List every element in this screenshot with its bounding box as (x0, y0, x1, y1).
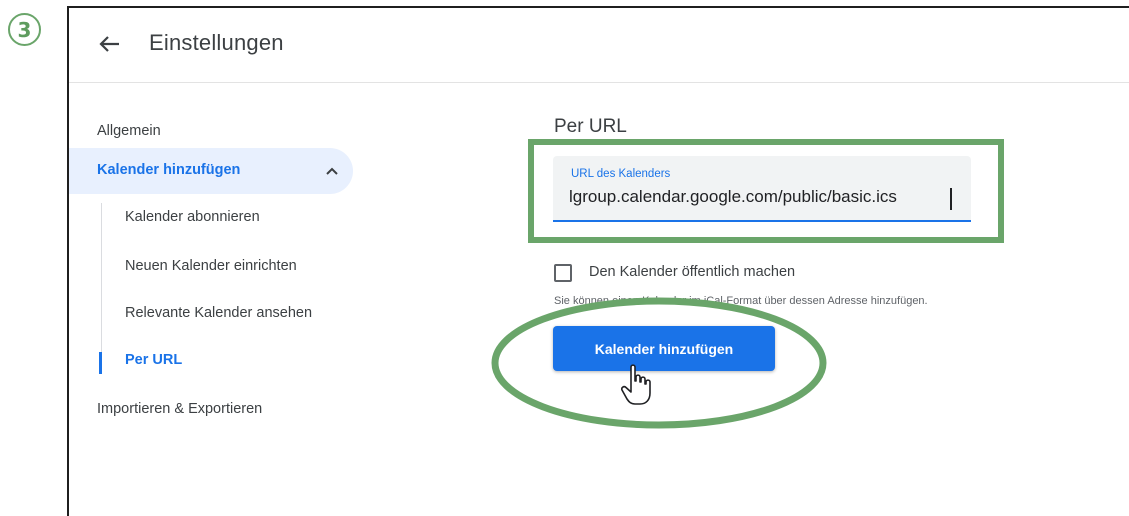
hand-cursor-icon (621, 364, 651, 405)
sidebar-item-create-calendar[interactable]: Neuen Kalender einrichten (125, 258, 297, 274)
settings-window: Einstellungen Allgemein Kalender hinzufü… (67, 6, 1129, 516)
section-title: Per URL (554, 116, 627, 137)
chevron-up-icon[interactable] (325, 166, 339, 176)
sidebar-subnav-rail (101, 203, 102, 373)
highlight-rectangle (528, 139, 1004, 243)
sidebar-item-browse-calendars[interactable]: Relevante Kalender ansehen (125, 305, 312, 321)
sidebar-item-import-export[interactable]: Importieren & Exportieren (97, 401, 262, 417)
public-calendar-checkbox[interactable] (554, 264, 572, 282)
sidebar-item-per-url[interactable]: Per URL (125, 352, 182, 368)
sidebar-active-indicator (99, 352, 102, 374)
step-number-badge: 3 (8, 13, 41, 46)
sidebar-item-add-calendar[interactable]: Kalender hinzufügen (69, 148, 353, 194)
public-calendar-label[interactable]: Den Kalender öffentlich machen (589, 264, 795, 280)
highlight-ellipse (491, 297, 827, 429)
sidebar-item-add-calendar-label: Kalender hinzufügen (97, 162, 241, 178)
back-arrow-icon[interactable] (97, 34, 123, 54)
settings-header: Einstellungen (69, 8, 1129, 83)
page-title: Einstellungen (149, 30, 284, 55)
sidebar-item-subscribe[interactable]: Kalender abonnieren (125, 209, 260, 225)
settings-sidebar: Allgemein (69, 82, 369, 512)
sidebar-item-general[interactable]: Allgemein (97, 123, 161, 139)
